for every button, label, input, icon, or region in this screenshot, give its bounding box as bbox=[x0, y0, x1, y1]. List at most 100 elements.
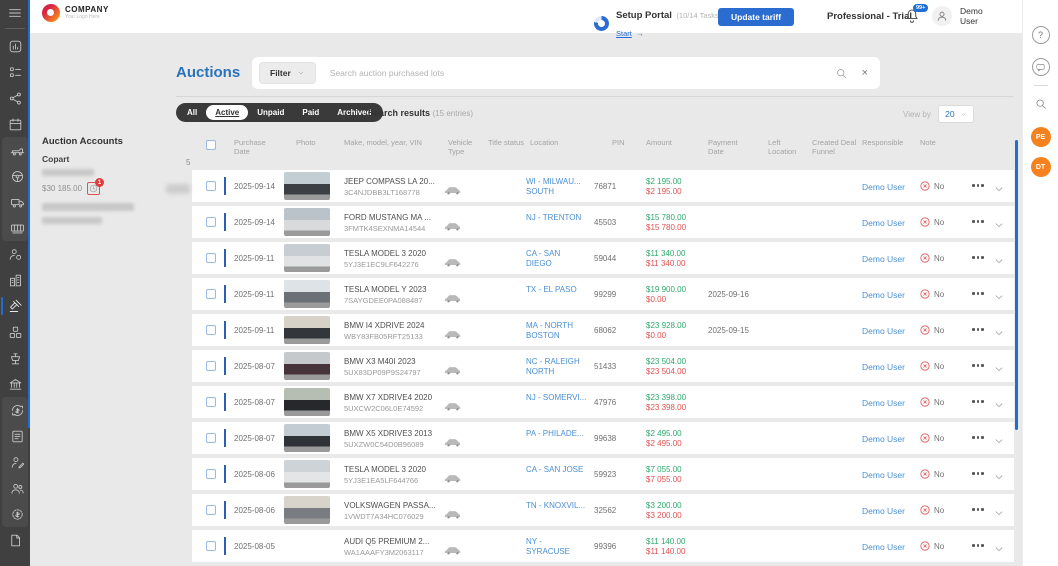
make-model-text[interactable]: JEEP COMPASS LA 20... bbox=[344, 177, 448, 186]
row-expand-chevron-icon[interactable] bbox=[994, 253, 1004, 271]
row-expand-chevron-icon[interactable] bbox=[994, 505, 1004, 523]
dt-badge[interactable]: DT bbox=[1031, 157, 1051, 177]
file-icon[interactable] bbox=[0, 527, 30, 553]
table-scrollbar[interactable] bbox=[1015, 140, 1018, 430]
row-menu-icon[interactable] bbox=[972, 328, 984, 331]
location-link[interactable]: MA - NORTH BOSTON bbox=[526, 321, 588, 340]
calendar-icon[interactable] bbox=[0, 111, 30, 137]
location-link[interactable]: TN - KNOXVIL... bbox=[526, 501, 588, 511]
make-model-text[interactable]: VOLKSWAGEN PASSA... bbox=[344, 501, 448, 510]
vehicle-photo[interactable] bbox=[284, 352, 330, 380]
location-link[interactable]: TX - EL PASO bbox=[526, 285, 588, 295]
location-link[interactable]: WI - MILWAU... SOUTH bbox=[526, 177, 588, 196]
packages-icon[interactable] bbox=[0, 319, 30, 345]
col-note[interactable]: Note bbox=[920, 138, 936, 147]
col-pin[interactable]: PIN bbox=[612, 138, 625, 147]
make-model-text[interactable]: FORD MUSTANG MA ... bbox=[344, 213, 448, 222]
row-expand-chevron-icon[interactable] bbox=[994, 541, 1004, 559]
responsible-link[interactable]: Demo User bbox=[862, 398, 905, 408]
location-link[interactable]: CA - SAN DIEGO bbox=[526, 249, 588, 268]
location-link[interactable]: PA - PHILADE... bbox=[526, 429, 588, 439]
search-input[interactable] bbox=[330, 68, 835, 78]
vehicle-photo[interactable] bbox=[284, 388, 330, 416]
responsible-link[interactable]: Demo User bbox=[862, 254, 905, 264]
vehicle-photo[interactable] bbox=[284, 460, 330, 488]
col-vehicle-type[interactable]: Vehicle Type bbox=[448, 138, 480, 156]
make-model-text[interactable]: BMW X3 M40I 2023 bbox=[344, 357, 448, 366]
row-checkbox[interactable] bbox=[206, 505, 216, 515]
setup-start-link[interactable]: Start bbox=[616, 29, 632, 38]
select-all-checkbox[interactable] bbox=[206, 140, 216, 150]
col-amount[interactable]: Amount bbox=[646, 138, 672, 147]
clear-search-icon[interactable]: × bbox=[862, 68, 868, 78]
make-model-text[interactable]: BMW X5 XDRIVE3 2013 bbox=[344, 429, 448, 438]
row-expand-chevron-icon[interactable] bbox=[994, 469, 1004, 487]
row-checkbox[interactable] bbox=[206, 433, 216, 443]
row-checkbox[interactable] bbox=[206, 541, 216, 551]
auction-gavel-icon[interactable] bbox=[0, 293, 30, 319]
col-make-model[interactable]: Make, model, year, VIN bbox=[344, 138, 422, 147]
billing-settings-icon[interactable] bbox=[2, 501, 32, 527]
row-checkbox[interactable] bbox=[206, 397, 216, 407]
col-location[interactable]: Location bbox=[530, 138, 558, 147]
network-icon[interactable] bbox=[0, 85, 30, 111]
sidebar-scrollbar[interactable] bbox=[28, 0, 30, 428]
vehicle-photo[interactable] bbox=[284, 424, 330, 452]
hamburger-menu-icon[interactable] bbox=[0, 0, 30, 26]
user-avatar-icon[interactable] bbox=[932, 6, 952, 26]
pe-badge[interactable]: PE bbox=[1031, 127, 1051, 147]
location-link[interactable]: NJ - TRENTON bbox=[526, 213, 588, 223]
tab-active[interactable]: Active bbox=[206, 105, 248, 120]
vehicle-photo[interactable] bbox=[284, 244, 330, 272]
location-link[interactable]: NJ - SOMERVI... bbox=[526, 393, 588, 403]
help-icon[interactable]: ? bbox=[1032, 26, 1050, 44]
buildings-icon[interactable] bbox=[0, 267, 30, 293]
notifications-bell-icon[interactable]: 99+ bbox=[903, 7, 923, 27]
view-by-dropdown[interactable]: 20 bbox=[938, 105, 974, 123]
responsible-link[interactable]: Demo User bbox=[862, 470, 905, 480]
people-icon[interactable] bbox=[2, 475, 32, 501]
row-expand-chevron-icon[interactable] bbox=[994, 433, 1004, 451]
podium-icon[interactable] bbox=[0, 345, 30, 371]
row-checkbox[interactable] bbox=[206, 361, 216, 371]
vehicle-photo[interactable] bbox=[284, 280, 330, 308]
col-title-status[interactable]: Title status bbox=[488, 138, 524, 147]
row-menu-icon[interactable] bbox=[972, 472, 984, 475]
col-responsible[interactable]: Responsible bbox=[862, 138, 903, 147]
row-menu-icon[interactable] bbox=[972, 436, 984, 439]
make-model-text[interactable]: BMW X7 XDRIVE4 2020 bbox=[344, 393, 448, 402]
col-created-deal-funnel[interactable]: Created Deal Funnel bbox=[812, 138, 864, 156]
row-checkbox[interactable] bbox=[206, 289, 216, 299]
row-menu-icon[interactable] bbox=[972, 400, 984, 403]
make-model-text[interactable]: TESLA MODEL 3 2020 bbox=[344, 249, 448, 258]
col-photo[interactable]: Photo bbox=[296, 138, 316, 147]
responsible-link[interactable]: Demo User bbox=[862, 290, 905, 300]
row-expand-chevron-icon[interactable] bbox=[994, 181, 1004, 199]
tab-paid[interactable]: Paid bbox=[293, 105, 328, 120]
pending-clock-icon[interactable]: 1 bbox=[87, 182, 100, 195]
vehicle-photo[interactable] bbox=[284, 496, 330, 524]
responsible-link[interactable]: Demo User bbox=[862, 434, 905, 444]
row-menu-icon[interactable] bbox=[972, 184, 984, 187]
row-menu-icon[interactable] bbox=[972, 508, 984, 511]
vehicle-photo[interactable] bbox=[284, 172, 330, 200]
responsible-link[interactable]: Demo User bbox=[862, 542, 905, 552]
bank-icon[interactable] bbox=[0, 371, 30, 397]
filter-button[interactable]: Filter bbox=[259, 62, 316, 84]
col-left-location[interactable]: Left Location bbox=[768, 138, 808, 156]
row-expand-chevron-icon[interactable] bbox=[994, 361, 1004, 379]
vehicle-photo[interactable] bbox=[284, 208, 330, 236]
tab-unpaid[interactable]: Unpaid bbox=[248, 105, 293, 120]
row-menu-icon[interactable] bbox=[972, 256, 984, 259]
row-checkbox[interactable] bbox=[206, 325, 216, 335]
update-tariff-button[interactable]: Update tariff bbox=[718, 8, 794, 26]
make-model-text[interactable]: AUDI Q5 PREMIUM 2... bbox=[344, 537, 448, 546]
row-expand-chevron-icon[interactable] bbox=[994, 325, 1004, 343]
col-payment-date[interactable]: Payment Date bbox=[708, 138, 748, 156]
tab-all[interactable]: All bbox=[178, 105, 206, 120]
make-model-text[interactable]: TESLA MODEL Y 2023 bbox=[344, 285, 448, 294]
row-checkbox[interactable] bbox=[206, 217, 216, 227]
col-purchase-date[interactable]: Purchase Date bbox=[234, 138, 278, 156]
row-expand-chevron-icon[interactable] bbox=[994, 289, 1004, 307]
person-edit-icon[interactable] bbox=[2, 449, 32, 475]
